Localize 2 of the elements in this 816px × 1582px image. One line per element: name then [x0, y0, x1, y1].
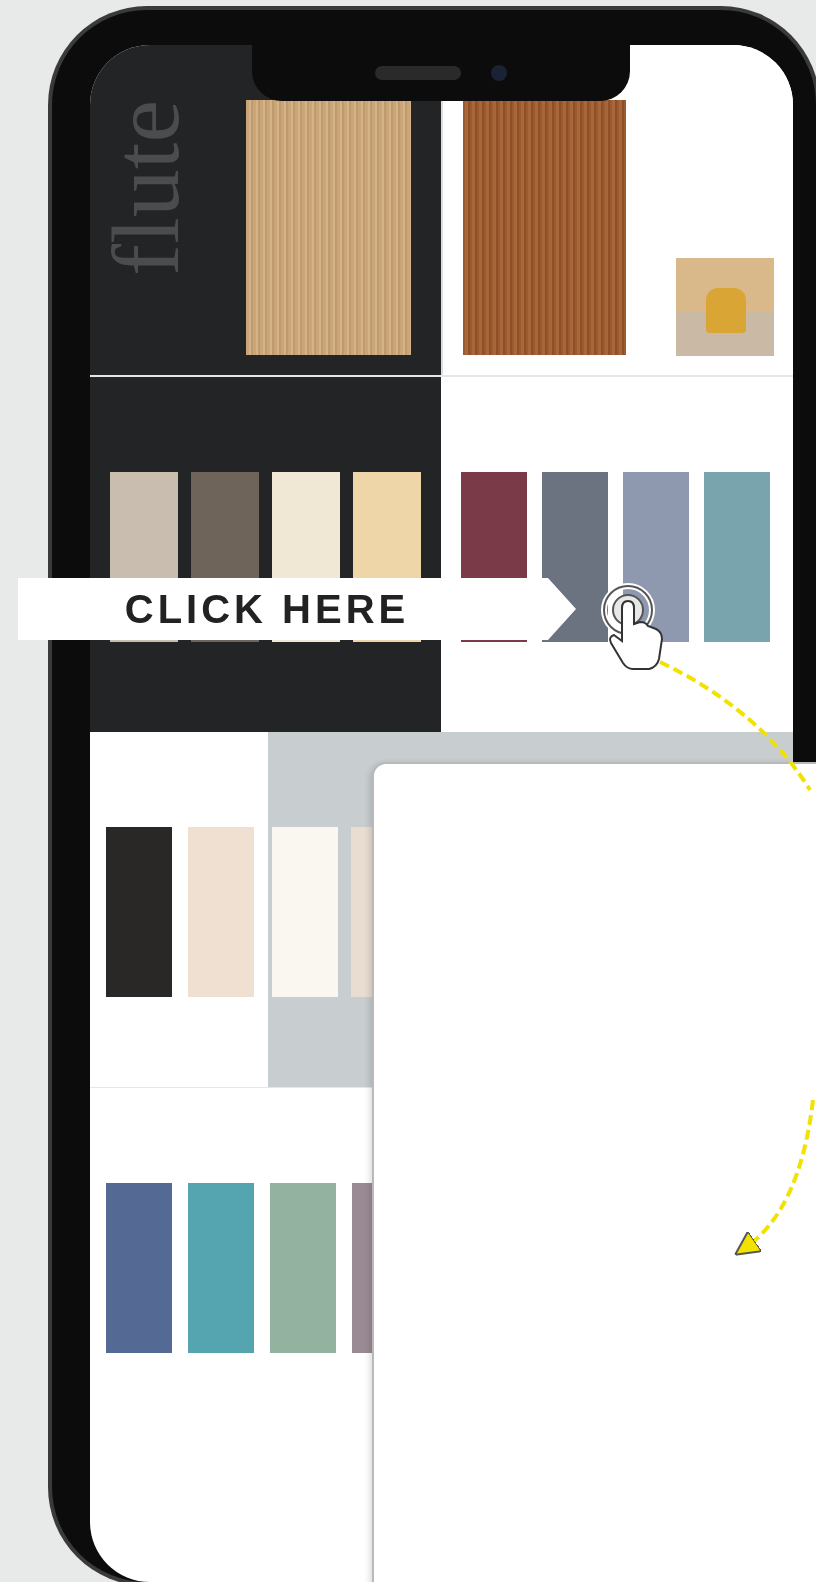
camera-lens	[491, 65, 507, 81]
click-here-banner[interactable]: CLICK HERE	[18, 578, 576, 640]
